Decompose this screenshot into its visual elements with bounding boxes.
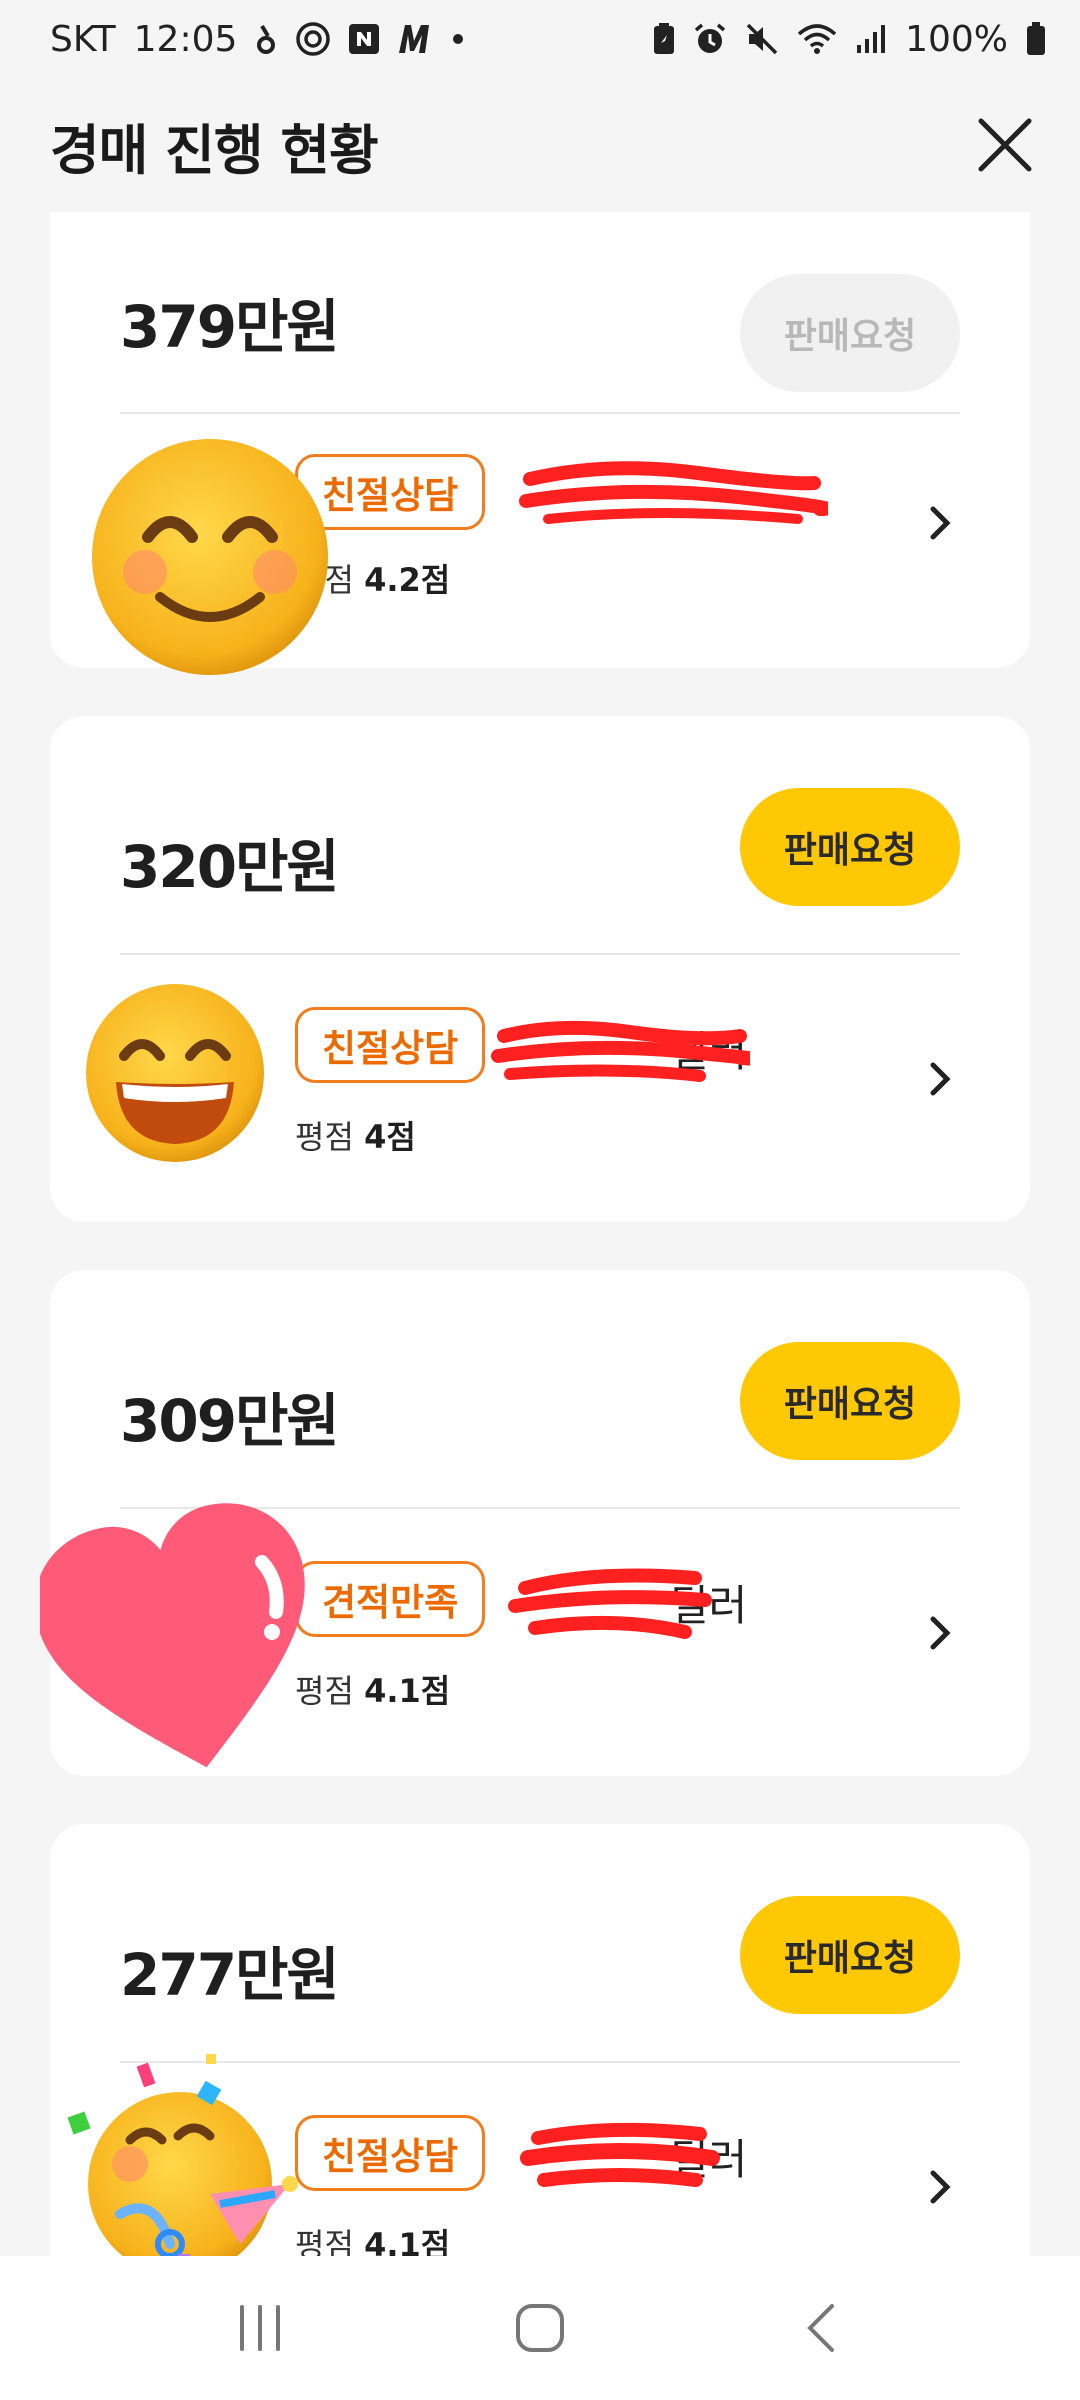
- grinning-face-emoji: [86, 984, 264, 1162]
- divider: [120, 412, 960, 414]
- m-icon: [397, 23, 433, 55]
- dealer-badge: 친절상담: [295, 1007, 486, 1083]
- bid-card[interactable]: 277만원 판매요청 친절상담 딜러 평점 4.1점: [50, 1824, 1030, 2256]
- bid-price: 320만원: [120, 833, 340, 901]
- partying-face-emoji: [67, 2054, 298, 2256]
- bid-price: 309만원: [120, 1387, 340, 1455]
- recents-icon: [240, 2305, 280, 2351]
- mute-icon: [745, 22, 779, 56]
- back-button[interactable]: [775, 2283, 865, 2373]
- battery-icon: [1026, 22, 1046, 56]
- dealer-badge: 견적만족: [295, 1561, 486, 1637]
- home-button[interactable]: [495, 2283, 585, 2373]
- app-header: 경매 진행 현황: [0, 78, 1080, 212]
- system-nav-bar: [0, 2256, 1080, 2400]
- redaction-mark: [519, 461, 828, 524]
- bid-card[interactable]: 320만원 판매요청 친절상담 딜러 평점 4점: [50, 716, 1030, 1222]
- wifi-icon: [797, 22, 837, 56]
- close-icon: [978, 118, 1032, 172]
- carrier-label: SKT: [50, 18, 116, 60]
- status-bar: SKT 12:05 100%: [0, 0, 1080, 78]
- chevron-right-icon[interactable]: [920, 2167, 960, 2207]
- sell-request-button[interactable]: 판매요청: [740, 788, 960, 906]
- bid-price: 277만원: [120, 1941, 340, 2009]
- sell-request-button[interactable]: 판매요청: [740, 274, 960, 392]
- dealer-rating: 평점 4점: [295, 1118, 416, 1156]
- close-button[interactable]: [970, 110, 1040, 180]
- home-icon: [516, 2304, 564, 2352]
- recents-button[interactable]: [215, 2283, 305, 2373]
- divider: [120, 953, 960, 955]
- usb-icon: [255, 22, 277, 56]
- heart-emoji: [40, 1503, 305, 1768]
- redaction-mark: [508, 1568, 712, 1639]
- bid-price: 379만원: [120, 293, 340, 361]
- chevron-right-icon[interactable]: [920, 503, 960, 543]
- signal-icon: [855, 23, 887, 55]
- at-icon: [295, 21, 331, 57]
- smiling-face-emoji: [92, 439, 328, 675]
- page-title: 경매 진행 현황: [50, 118, 379, 182]
- battery-percent: 100%: [905, 18, 1008, 60]
- sell-request-button[interactable]: 판매요청: [740, 1342, 960, 1460]
- chevron-right-icon[interactable]: [920, 1613, 960, 1653]
- clock: 12:05: [133, 18, 238, 60]
- chevron-right-icon[interactable]: [920, 1059, 960, 1099]
- sell-request-button[interactable]: 판매요청: [740, 1896, 960, 2014]
- battery-saver-icon: [653, 23, 675, 55]
- dot-icon: [451, 32, 465, 46]
- dealer-badge: 친절상담: [295, 2115, 486, 2191]
- redaction-mark: [520, 2122, 720, 2187]
- alarm-icon: [693, 22, 727, 56]
- back-icon: [807, 2304, 834, 2352]
- redaction-mark: [491, 1020, 750, 1082]
- naver-icon: [349, 24, 380, 54]
- auction-list[interactable]: 379만원 판매요청 친절상담 평점 4.2점 320만원 판매요청 친절상담 …: [0, 212, 1080, 2256]
